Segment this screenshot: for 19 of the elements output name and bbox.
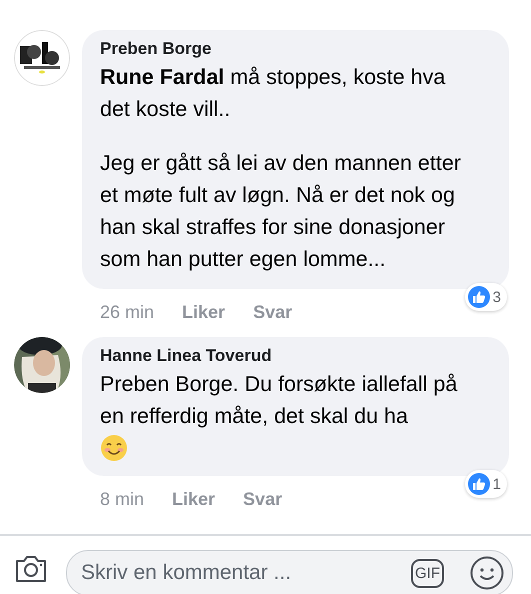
camera-icon[interactable] [14,554,48,584]
comment-time: 26 min [100,302,154,322]
smiley-icon[interactable] [470,556,504,590]
comment-text: Rune Fardal må stoppes, koste hva det koste vill.. [100,64,446,123]
like-link[interactable]: Liker [172,488,216,510]
like-link[interactable]: Liker [182,302,226,322]
comment-text: Preben Borge. Du forsøkte iallefall på en refferdig måte, det skal du ha [100,371,458,430]
author-name[interactable]: Hanne Linea Toverud [100,346,473,366]
author-name[interactable]: Preben Borge [100,39,473,59]
reaction-badge[interactable]: 1 [464,470,507,498]
reply-link[interactable]: Svar [243,488,282,510]
comment-time: 8 min [100,488,144,510]
reaction-badge[interactable]: 3 [464,283,507,311]
thumbs-up-icon [468,286,490,308]
comment-text: Jeg er gått så lei av den mannen etter et møte fult av løgn. Nå er det nok og han skal straffes for sine donasjoner som han putter egen lomme... [100,150,462,273]
reply-link[interactable]: Svar [253,302,292,322]
gif-button[interactable]: GIF [411,558,444,588]
thumbs-up-icon [468,473,490,495]
comment-input-field[interactable]: Skriv en kommentar ... GIF [66,550,513,594]
